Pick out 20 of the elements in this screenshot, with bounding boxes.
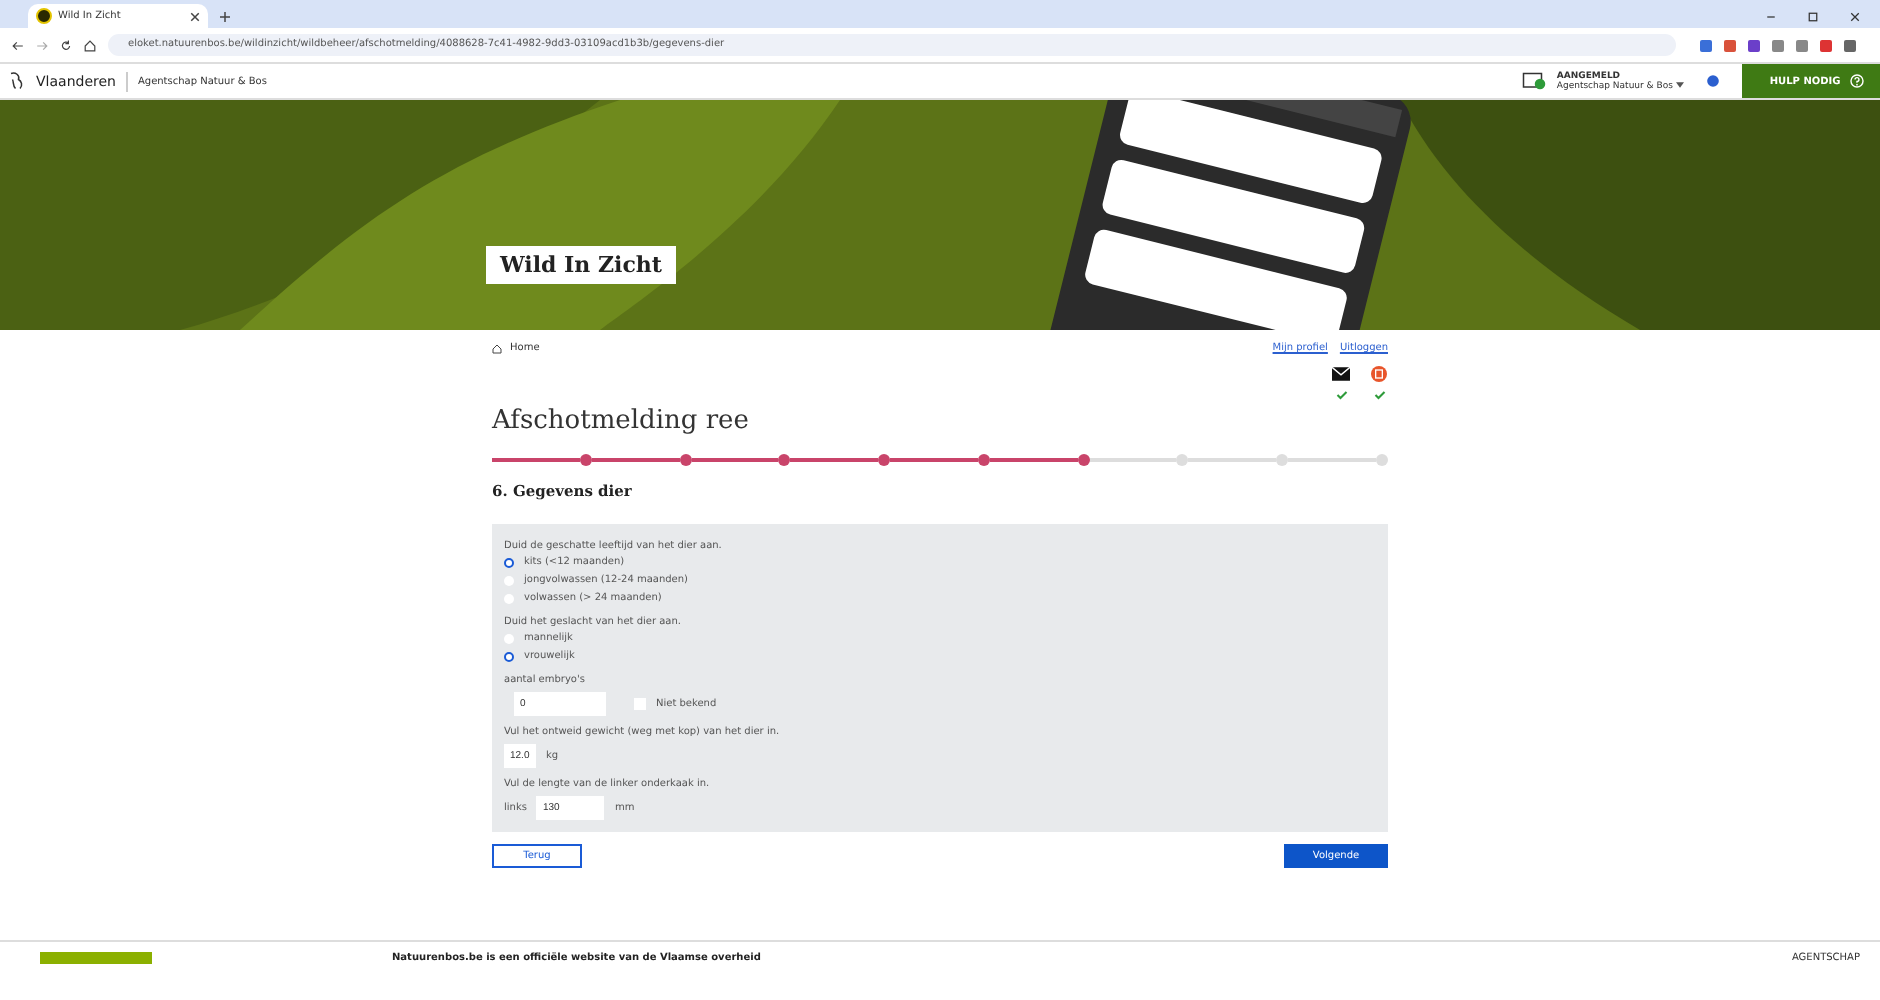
site-favicon-icon — [36, 8, 52, 24]
back-arrow-icon[interactable] — [12, 39, 24, 51]
banner-title: Wild In Zicht — [486, 246, 676, 284]
id-card-icon — [1522, 72, 1547, 90]
maximize-icon[interactable] — [1808, 12, 1818, 22]
minimize-icon[interactable] — [1766, 12, 1776, 22]
home-icon[interactable] — [84, 39, 96, 51]
page-title: Afschotmelding ree — [492, 406, 751, 436]
reload-icon[interactable] — [60, 39, 72, 51]
close-icon[interactable] — [1850, 12, 1860, 22]
footer-logo-block — [40, 952, 152, 964]
help-icon — [1850, 74, 1864, 88]
home-icon — [492, 343, 502, 353]
radio-button[interactable] — [504, 651, 514, 661]
close-icon[interactable] — [190, 11, 200, 21]
radio-button[interactable] — [504, 557, 514, 567]
document-badge-icon[interactable] — [1370, 366, 1388, 382]
caret-icon — [1675, 81, 1684, 88]
new-tab-icon[interactable] — [220, 12, 230, 22]
envelope-icon[interactable] — [1332, 366, 1350, 382]
